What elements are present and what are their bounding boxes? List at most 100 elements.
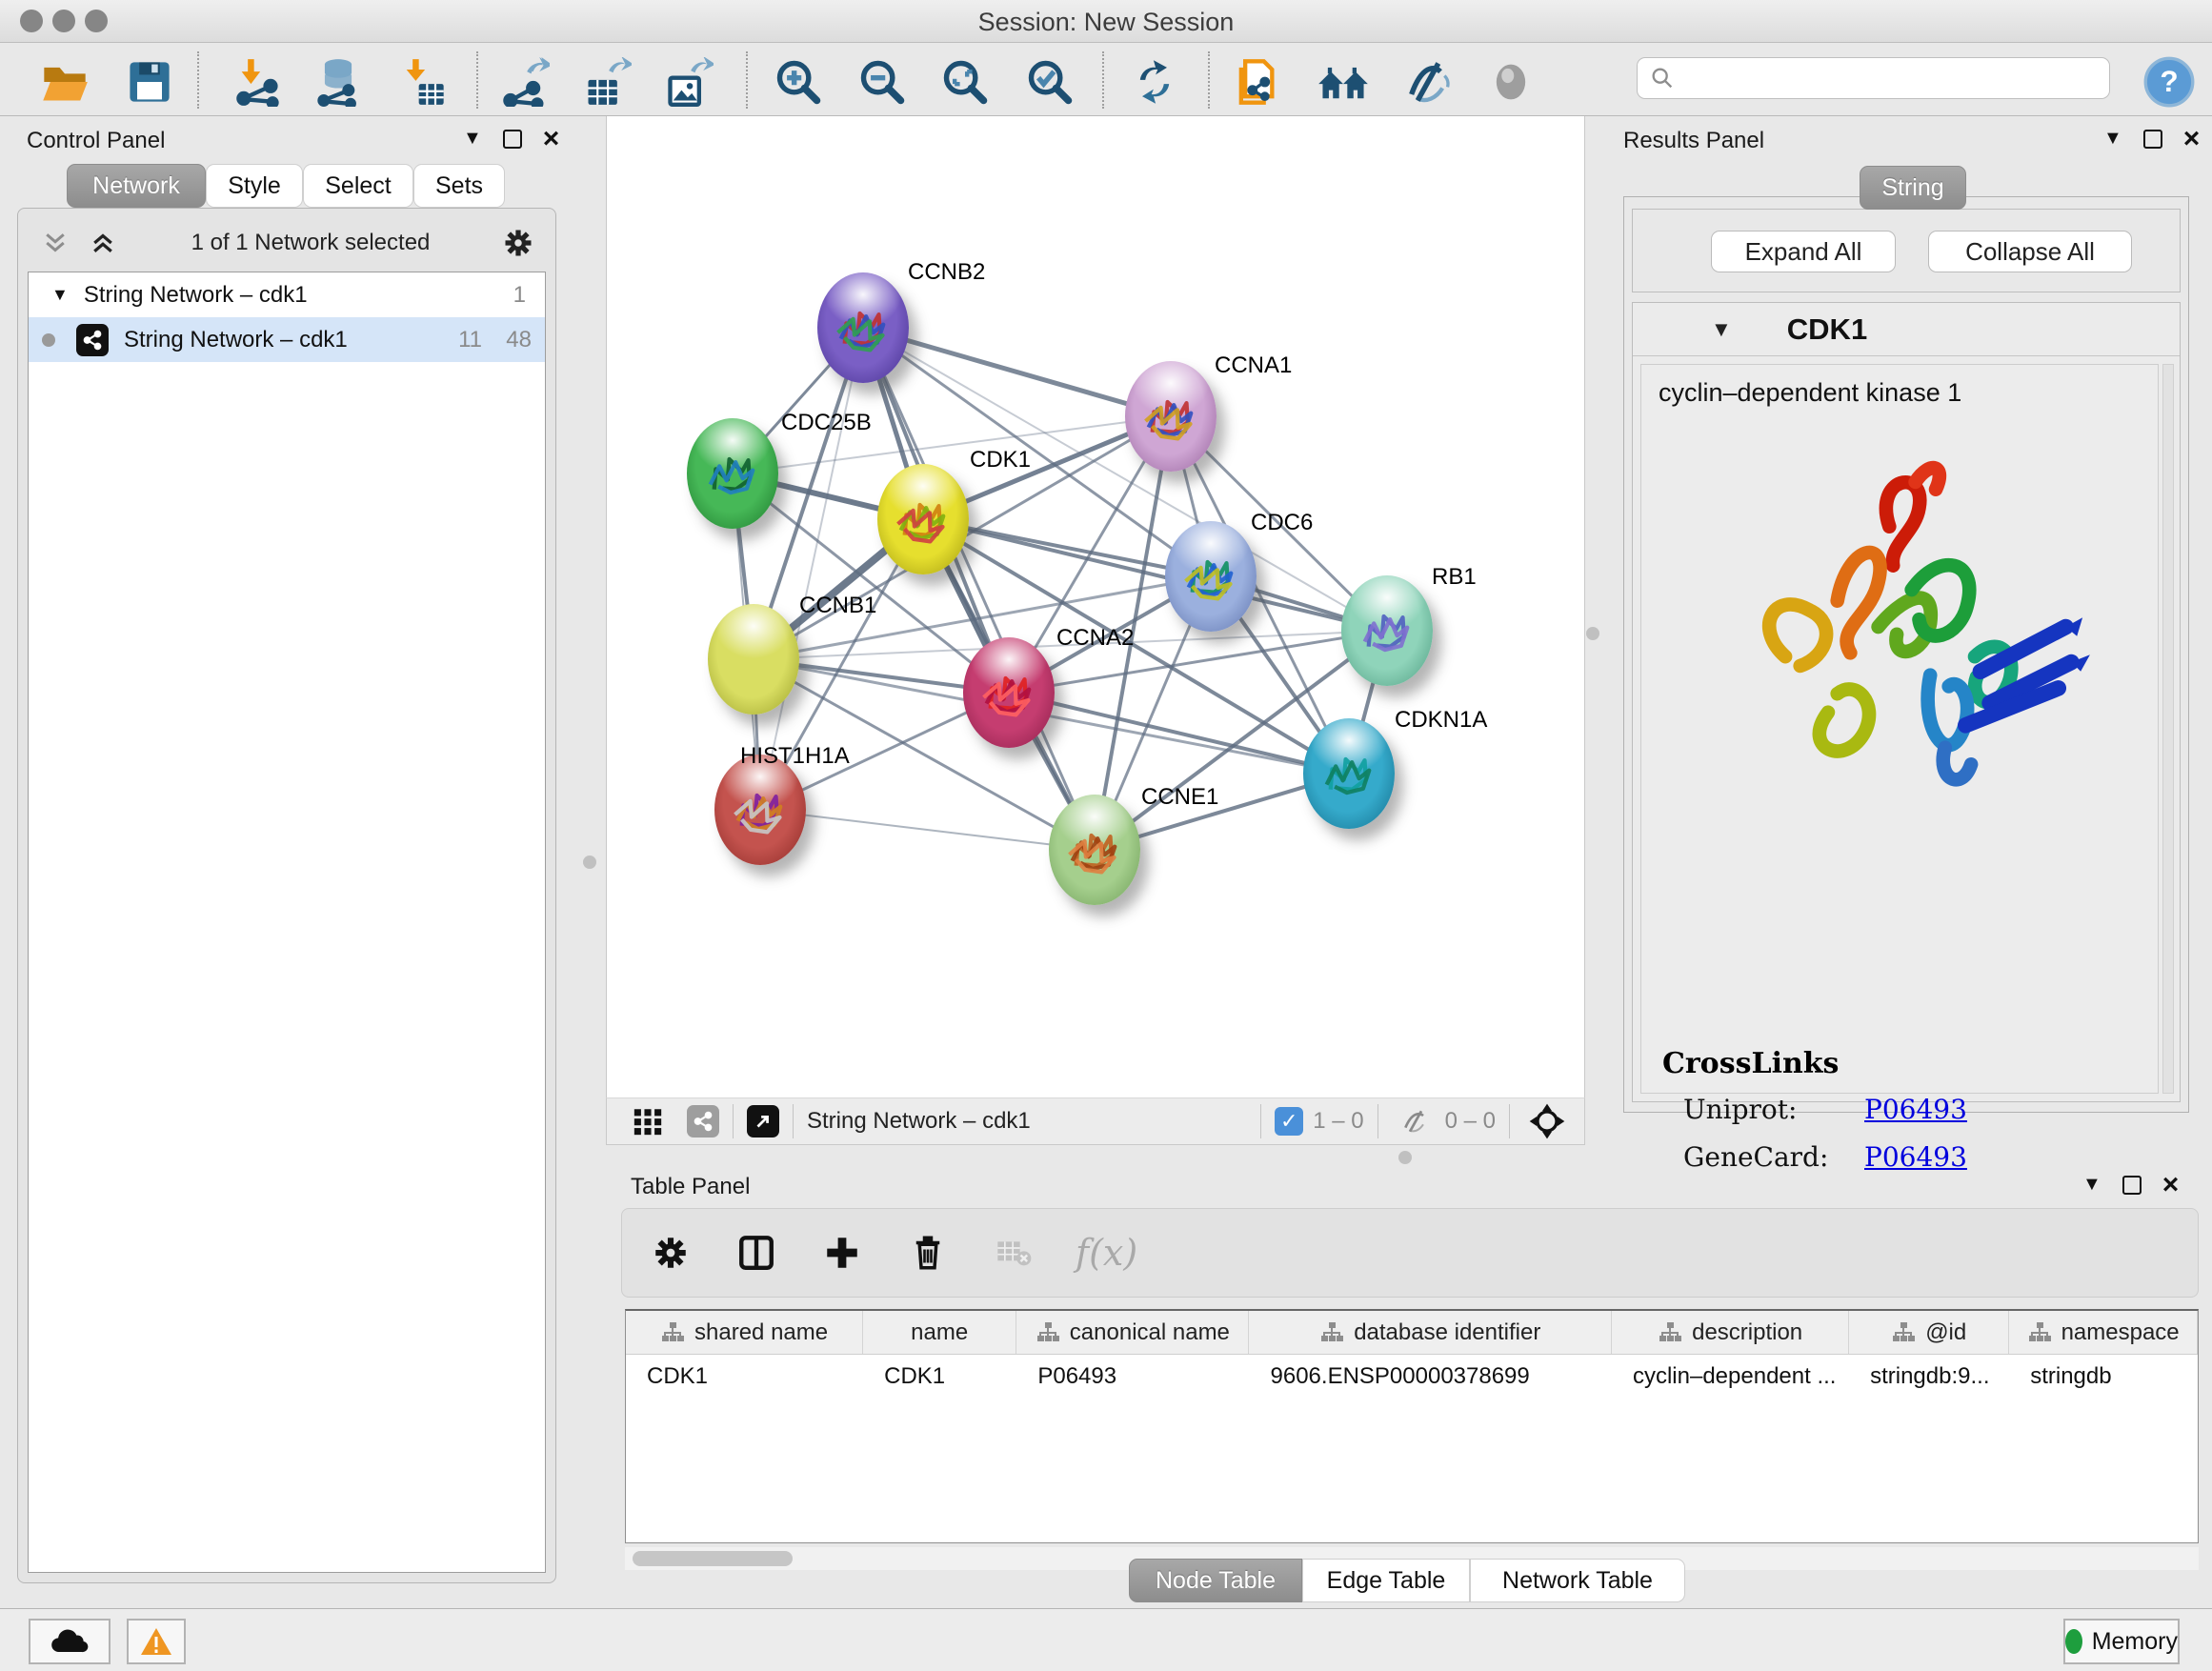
import-network-database-icon[interactable] bbox=[312, 55, 365, 109]
grid-view-icon[interactable] bbox=[624, 1097, 672, 1145]
zoom-fit-icon[interactable] bbox=[938, 55, 992, 109]
memory-button[interactable]: Memory bbox=[2063, 1619, 2180, 1664]
tab-string[interactable]: String bbox=[1860, 166, 1966, 210]
results-scrollbar[interactable] bbox=[2162, 364, 2174, 1094]
close-panel-icon[interactable]: × bbox=[2183, 130, 2201, 149]
network-node[interactable] bbox=[1049, 795, 1140, 905]
cloud-button[interactable] bbox=[29, 1619, 111, 1664]
float-panel-icon[interactable] bbox=[503, 130, 522, 149]
expand-all-button[interactable]: Expand All bbox=[1711, 231, 1896, 272]
table-cell[interactable]: cyclin–dependent ... bbox=[1612, 1355, 1849, 1399]
network-node[interactable] bbox=[1165, 521, 1257, 632]
column-header[interactable]: description bbox=[1612, 1311, 1849, 1354]
network-edge[interactable] bbox=[1009, 693, 1349, 774]
network-collection-row[interactable]: ▼ String Network – cdk1 1 bbox=[29, 272, 545, 317]
network-node[interactable] bbox=[877, 464, 969, 574]
network-node[interactable] bbox=[1303, 718, 1395, 829]
eye-icon[interactable] bbox=[1484, 55, 1538, 109]
table-cell[interactable]: stringdb:9... bbox=[1849, 1355, 2009, 1399]
export-image-icon[interactable] bbox=[662, 55, 715, 109]
export-network-icon[interactable] bbox=[498, 55, 552, 109]
network-edge[interactable] bbox=[760, 810, 1095, 850]
network-node[interactable] bbox=[963, 637, 1055, 748]
zoom-in-icon[interactable] bbox=[772, 55, 825, 109]
network-node[interactable] bbox=[687, 418, 778, 529]
network-view-icon[interactable] bbox=[687, 1105, 719, 1137]
network-node[interactable] bbox=[714, 755, 806, 865]
splitter-handle[interactable] bbox=[1586, 627, 1599, 640]
birdseye-toggle-icon[interactable] bbox=[1523, 1097, 1571, 1145]
show-hide-icon[interactable] bbox=[1401, 55, 1455, 109]
hidden-eye-slash-icon[interactable] bbox=[1392, 1097, 1439, 1145]
export-table-icon[interactable] bbox=[580, 55, 633, 109]
add-column-icon[interactable] bbox=[818, 1229, 866, 1277]
first-neighbors-icon[interactable] bbox=[1317, 55, 1370, 109]
tab-style[interactable]: Style bbox=[206, 164, 303, 208]
scrollbar-thumb[interactable] bbox=[633, 1551, 793, 1566]
float-panel-icon[interactable] bbox=[2143, 130, 2162, 149]
column-header[interactable]: database identifier bbox=[1249, 1311, 1612, 1354]
table-cell[interactable]: CDK1 bbox=[863, 1355, 1016, 1399]
splitter-handle[interactable] bbox=[583, 856, 596, 869]
zoom-selected-icon[interactable] bbox=[1023, 55, 1076, 109]
table-cell[interactable]: CDK1 bbox=[626, 1355, 863, 1399]
import-table-file-icon[interactable] bbox=[396, 55, 450, 109]
import-network-file-icon[interactable] bbox=[231, 55, 285, 109]
entry-header[interactable]: ▼ CDK1 bbox=[1633, 303, 2180, 356]
tab-select[interactable]: Select bbox=[303, 164, 413, 208]
crosslink-link[interactable]: P06493 bbox=[1864, 1094, 1967, 1125]
tab-network[interactable]: Network bbox=[67, 164, 206, 208]
close-panel-icon[interactable]: × bbox=[2162, 1176, 2180, 1195]
delete-column-icon[interactable] bbox=[904, 1229, 952, 1277]
delete-table-icon[interactable] bbox=[990, 1229, 1037, 1277]
network-options-gear-icon[interactable] bbox=[494, 219, 542, 267]
search-input[interactable] bbox=[1676, 65, 2085, 91]
column-header[interactable]: namespace bbox=[2009, 1311, 2198, 1354]
panel-menu-icon[interactable]: ▼ bbox=[463, 128, 482, 150]
network-edge[interactable] bbox=[863, 328, 1095, 850]
table-cell[interactable]: 9606.ENSP00000378699 bbox=[1250, 1355, 1612, 1399]
network-canvas[interactable]: CCNB2CCNA1CDC25BCDK1CDC6RB1CCNB1CCNA2CDK… bbox=[606, 116, 1585, 1097]
tab-node-table[interactable]: Node Table bbox=[1129, 1559, 1302, 1602]
zoom-out-icon[interactable] bbox=[855, 55, 909, 109]
column-header[interactable]: name bbox=[863, 1311, 1016, 1354]
network-edge[interactable] bbox=[863, 328, 1171, 416]
collapse-all-networks-icon[interactable] bbox=[31, 219, 79, 267]
table-cell[interactable]: stringdb bbox=[2009, 1355, 2198, 1399]
close-panel-icon[interactable]: × bbox=[543, 130, 560, 149]
table-row[interactable]: CDK1CDK1P064939606.ENSP00000378699cyclin… bbox=[626, 1355, 2198, 1399]
expand-all-networks-icon[interactable] bbox=[79, 219, 127, 267]
warning-button[interactable] bbox=[127, 1619, 186, 1664]
network-node[interactable] bbox=[1341, 575, 1433, 686]
panel-menu-icon[interactable]: ▼ bbox=[2082, 1174, 2101, 1196]
detach-view-icon[interactable] bbox=[747, 1105, 779, 1137]
entry-expander-icon[interactable]: ▼ bbox=[1711, 317, 1732, 342]
network-node[interactable] bbox=[817, 272, 909, 383]
selected-checkbox-icon[interactable]: ✓ bbox=[1275, 1107, 1303, 1136]
tab-sets[interactable]: Sets bbox=[413, 164, 505, 208]
float-panel-icon[interactable] bbox=[2122, 1176, 2142, 1195]
save-session-icon[interactable] bbox=[123, 55, 176, 109]
column-header[interactable]: @id bbox=[1849, 1311, 2009, 1354]
network-edge[interactable] bbox=[760, 328, 863, 810]
function-builder-icon[interactable]: f(x) bbox=[1076, 1232, 1137, 1274]
network-node[interactable] bbox=[1125, 361, 1217, 472]
network-row[interactable]: String Network – cdk1 11 48 bbox=[29, 317, 545, 362]
network-node[interactable] bbox=[708, 604, 799, 715]
help-icon[interactable]: ? bbox=[2142, 55, 2196, 109]
open-file-icon[interactable] bbox=[38, 55, 91, 109]
crosslink-link[interactable]: P06493 bbox=[1864, 1141, 1967, 1173]
tree-expander-icon[interactable]: ▼ bbox=[51, 285, 69, 305]
column-header[interactable]: shared name bbox=[626, 1311, 863, 1354]
show-columns-icon[interactable] bbox=[733, 1229, 780, 1277]
refresh-icon[interactable] bbox=[1128, 55, 1181, 109]
column-header[interactable]: canonical name bbox=[1016, 1311, 1249, 1354]
splitter-handle[interactable] bbox=[1398, 1151, 1412, 1164]
search-field[interactable] bbox=[1637, 57, 2110, 99]
table-options-gear-icon[interactable] bbox=[647, 1229, 694, 1277]
tab-network-table[interactable]: Network Table bbox=[1470, 1559, 1685, 1602]
tab-edge-table[interactable]: Edge Table bbox=[1302, 1559, 1470, 1602]
collapse-all-button[interactable]: Collapse All bbox=[1928, 231, 2132, 272]
table-cell[interactable]: P06493 bbox=[1016, 1355, 1249, 1399]
clone-network-icon[interactable] bbox=[1229, 55, 1282, 109]
